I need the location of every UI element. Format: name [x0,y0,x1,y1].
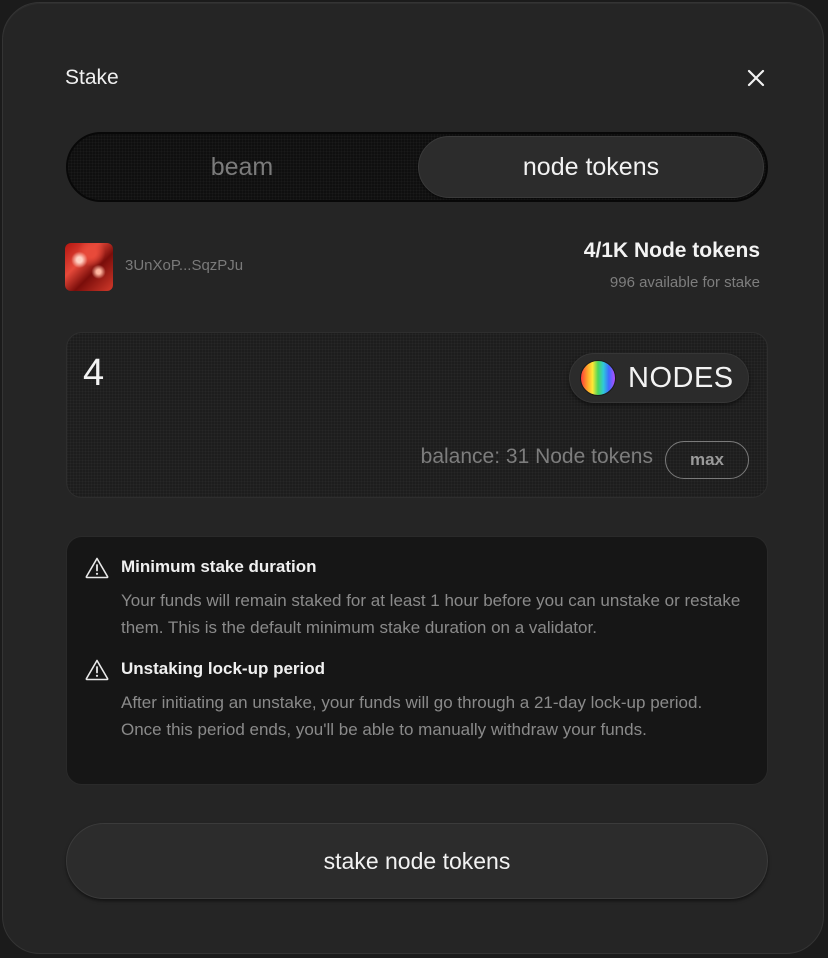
account-avatar [65,243,113,291]
amount-panel: NODES balance: 31 Node tokens max [66,332,768,498]
token-count: 4/1K Node tokens [583,239,760,262]
notice-title: Unstaking lock-up period [121,659,326,678]
stake-modal: Stake beam node tokens 3UnXoP...SqzPJu 4… [2,2,824,954]
notice-body: After initiating an unstake, your funds … [121,693,703,739]
close-button[interactable] [743,65,769,91]
amount-input[interactable] [83,349,283,397]
modal-title: Stake [65,66,119,89]
stake-node-tokens-button[interactable]: stake node tokens [66,823,768,899]
tab-beam[interactable]: beam [72,136,412,198]
available-for-stake: 996 available for stake [609,274,760,291]
notice-title: Minimum stake duration [121,557,317,576]
warning-icon [85,557,109,579]
token-symbol: NODES [628,361,734,394]
token-selector[interactable]: NODES [569,353,749,403]
stake-type-tabs: beam node tokens [66,132,768,202]
tab-node-tokens[interactable]: node tokens [418,136,764,198]
balance-text: balance: 31 Node tokens [420,445,653,468]
notice-body: Your funds will remain staked for at lea… [121,591,741,637]
wallet-address: 3UnXoP...SqzPJu [125,257,244,274]
max-button[interactable]: max [665,441,749,479]
warning-icon [85,659,109,681]
nodes-token-icon [580,360,616,396]
close-icon [747,69,765,87]
notice-panel: Minimum stake duration Your funds will r… [66,536,768,785]
